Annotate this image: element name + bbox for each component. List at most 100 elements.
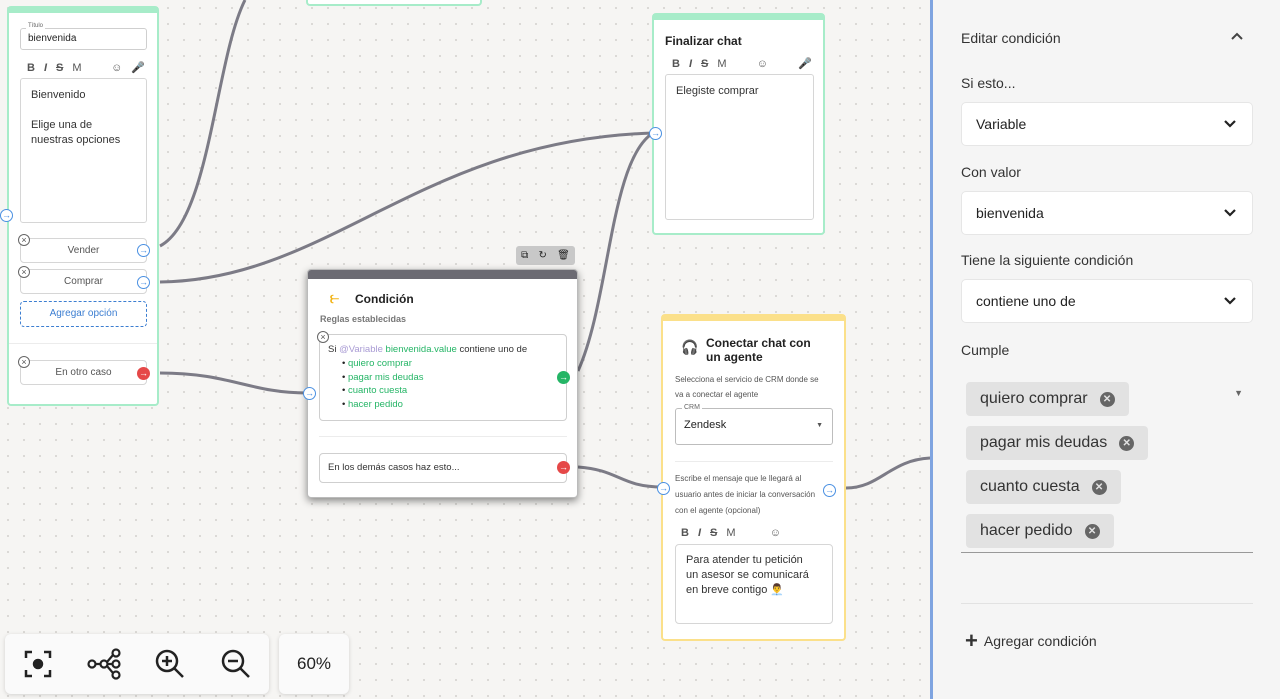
zoom-out-button[interactable] <box>203 635 269 693</box>
node-topbar <box>308 270 577 279</box>
message-textarea[interactable]: Elegiste comprar <box>665 74 814 220</box>
condition-select[interactable]: contiene uno de <box>961 279 1253 323</box>
value-select[interactable]: bienvenida <box>961 191 1253 235</box>
crm-value: Zendesk <box>684 419 727 431</box>
canvas-controls <box>5 634 269 694</box>
refresh-icon[interactable]: ↻ <box>539 250 547 261</box>
partial-top-node[interactable] <box>306 0 482 6</box>
plus-icon: + <box>965 628 978 653</box>
rule-items: • quiero comprar • pagar mis deudas • cu… <box>328 357 558 411</box>
zoom-in-button[interactable] <box>137 635 203 693</box>
bold-button[interactable]: B <box>27 62 35 74</box>
message-line: nuestras opciones <box>31 134 121 146</box>
input-port[interactable]: → <box>649 127 662 140</box>
remove-chip-icon[interactable]: ✕ <box>1091 479 1107 495</box>
remove-option-icon[interactable]: × <box>18 234 30 246</box>
input-port[interactable]: → <box>303 387 316 400</box>
mono-button[interactable]: M <box>726 527 735 539</box>
remove-option-icon[interactable]: × <box>18 356 30 368</box>
italic-button[interactable]: I <box>44 62 47 74</box>
else-port[interactable]: → <box>557 461 570 474</box>
message-textarea[interactable]: Para atender tu petición un asesor se co… <box>675 544 833 624</box>
trash-icon[interactable]: 🗑 <box>557 250 570 261</box>
message-line: Elige una de <box>31 119 93 131</box>
copy-icon[interactable]: ⧉ <box>521 250 528 261</box>
microphone-icon[interactable]: 🎤 <box>798 57 812 70</box>
emoji-icon[interactable]: ☺ <box>111 62 122 74</box>
edge-othercase-condition <box>159 371 308 395</box>
node-description: Selecciona el servicio de CRM donde se v… <box>675 375 819 399</box>
if-select[interactable]: Variable <box>961 102 1253 146</box>
rule-item: • hacer pedido <box>342 398 403 410</box>
mono-button[interactable]: M <box>717 58 726 70</box>
message-description: Escribe el mensaje que le llegará al usu… <box>675 474 816 515</box>
bold-button[interactable]: B <box>672 58 680 70</box>
rule-item: • pagar mis deudas <box>342 371 424 383</box>
divider <box>319 436 567 437</box>
chevron-down-icon <box>1224 297 1236 305</box>
remove-rule-icon[interactable]: × <box>317 331 329 343</box>
mono-button[interactable]: M <box>72 62 81 74</box>
bold-button[interactable]: B <box>681 527 689 539</box>
condition-node[interactable]: ⥼ Condición Reglas establecidas Si @Vari… <box>303 269 578 498</box>
option-vender-button[interactable]: Vender <box>20 238 147 263</box>
microphone-icon[interactable]: 🎤 <box>131 61 145 74</box>
option-comprar-button[interactable]: Comprar <box>20 269 147 294</box>
italic-button[interactable]: I <box>698 527 701 539</box>
remove-chip-icon[interactable]: ✕ <box>1099 391 1115 407</box>
output-port[interactable]: → <box>823 484 836 497</box>
welcome-node[interactable]: Título bienvenida B I S M ☺ 🎤 Bienvenido… <box>0 6 159 406</box>
zoom-level: 60% <box>279 634 349 694</box>
divider <box>675 461 833 462</box>
format-toolbar: B I S M ☺ <box>681 527 781 539</box>
emoji-icon[interactable]: ☺ <box>770 527 781 539</box>
finish-chat-node[interactable]: Finalizar chat B I S M ☺ 🎤 Elegiste comp… <box>649 13 825 235</box>
agent-node[interactable]: 🎧 Conectar chat con un agente Selecciona… <box>657 314 846 641</box>
condition-icon: ⥼ <box>330 290 340 307</box>
edit-condition-panel: Editar condición Si esto... Variable Con… <box>930 0 1280 699</box>
input-port[interactable]: → <box>657 482 670 495</box>
otherwise-port[interactable]: → <box>137 367 150 380</box>
fit-view-button[interactable] <box>5 635 71 693</box>
auto-layout-button[interactable] <box>71 635 137 693</box>
rule-item: • cuanto cuesta <box>342 385 408 396</box>
option-comprar-port[interactable]: → <box>137 276 150 289</box>
chevron-down-icon <box>1224 209 1236 217</box>
add-option-button[interactable]: Agregar opción <box>20 301 147 327</box>
rule-expression: Si @Variable bienvenida.value contiene u… <box>328 344 528 355</box>
title-field-value: bienvenida <box>28 33 77 44</box>
strike-button[interactable]: S <box>710 527 717 539</box>
multiselect-caret-icon[interactable]: ▼ <box>1234 388 1243 398</box>
headset-icon: 🎧 <box>681 339 699 355</box>
edge-condition-finish <box>576 131 654 372</box>
value-chip: cuanto cuesta ✕ <box>966 470 1121 504</box>
message-line: Bienvenido <box>31 89 86 101</box>
caret-down-icon: ▼ <box>816 422 823 429</box>
rule-true-port[interactable]: → <box>557 371 570 384</box>
message-textarea[interactable]: Bienvenido Elige una de nuestras opcione… <box>20 78 147 223</box>
edge-top-left <box>159 0 247 248</box>
if-label: Si esto... <box>961 75 1016 91</box>
remove-chip-icon[interactable]: ✕ <box>1084 523 1100 539</box>
emoji-icon[interactable]: ☺ <box>757 58 768 70</box>
italic-button[interactable]: I <box>689 58 692 70</box>
otherwise-button[interactable]: En otro caso <box>20 360 147 385</box>
remove-chip-icon[interactable]: ✕ <box>1119 435 1135 451</box>
crm-select[interactable]: CRM Zendesk ▼ <box>675 404 833 445</box>
input-port[interactable]: → <box>0 209 13 222</box>
title-field[interactable]: Título bienvenida <box>20 23 147 50</box>
remove-option-icon[interactable]: × <box>18 266 30 278</box>
add-condition-button[interactable]: + Agregar condición <box>965 628 1097 653</box>
flow-canvas[interactable]: Título bienvenida B I S M ☺ 🎤 Bienvenido… <box>0 0 930 699</box>
collapse-chevron-icon[interactable] <box>1229 28 1245 49</box>
else-box[interactable]: En los demás casos haz esto... <box>319 453 567 483</box>
node-actions-toolbar: ⧉ ↻ 🗑 <box>516 246 575 265</box>
strike-button[interactable]: S <box>56 62 63 74</box>
rule-box[interactable]: Si @Variable bienvenida.value contiene u… <box>319 334 567 421</box>
node-title: Condición <box>355 292 414 306</box>
option-vender-port[interactable]: → <box>137 244 150 257</box>
node-title: Finalizar chat <box>665 34 742 48</box>
strike-button[interactable]: S <box>701 58 708 70</box>
edge-comprar-finish <box>159 131 654 284</box>
node-title: Conectar chat con un agente <box>706 336 811 364</box>
